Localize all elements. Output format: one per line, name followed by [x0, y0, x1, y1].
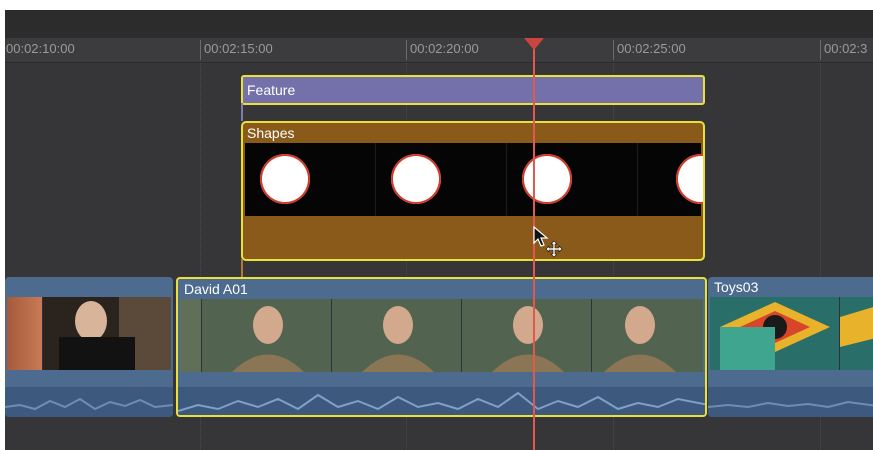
- feature-clip-label: Feature: [247, 82, 296, 98]
- frame-thumbnail: [180, 299, 202, 372]
- filmstrip: [710, 297, 873, 370]
- toys03-label: Toys03: [714, 279, 759, 295]
- ruler-tick-label: 00:02:10:00: [6, 41, 75, 56]
- shape-frame: [507, 143, 638, 216]
- ruler-tick: [200, 40, 201, 60]
- shapes-clip[interactable]: Shapes: [241, 121, 705, 261]
- ruler-tick-label: 00:02:20:00: [410, 41, 479, 56]
- frame-thumbnail: [332, 299, 462, 372]
- shape-frame: [638, 143, 703, 216]
- waveform-svg: [178, 391, 705, 412]
- ruler-tick: [820, 40, 821, 60]
- frame-thumbnail: [7, 297, 43, 370]
- interview-man-thumb: [462, 299, 591, 372]
- circle-shape: [522, 154, 572, 204]
- waveform-svg: [708, 400, 873, 409]
- interview-man-thumb: [202, 299, 331, 372]
- ruler-tick-label: 00:02:15:00: [204, 41, 273, 56]
- circle-shape: [391, 154, 441, 204]
- frame-thumbnail: [840, 297, 873, 370]
- interview-person-thumb: [43, 297, 171, 370]
- frame-thumbnail: [710, 297, 840, 370]
- feature-clip[interactable]: Feature: [241, 75, 705, 105]
- timecode-ruler[interactable]: 00:02:10:00 00:02:15:00 00:02:20:00 00:0…: [5, 38, 873, 63]
- waveform-svg: [5, 397, 173, 411]
- audio-waveform: [178, 387, 705, 415]
- toys03-clip[interactable]: Toys03: [708, 277, 873, 417]
- ruler-tick: [613, 40, 614, 60]
- frame-thumbnail: [43, 297, 171, 370]
- filmstrip: [7, 297, 171, 370]
- toy-box-thumb: [840, 297, 873, 370]
- ruler-tick-label: 00:02:25:00: [617, 41, 686, 56]
- audio-waveform: [5, 387, 173, 417]
- move-arrows-icon: [545, 240, 563, 258]
- toy-box-thumb: [710, 297, 839, 370]
- video-clip-prev[interactable]: [5, 277, 173, 417]
- david-a01-label: David A01: [184, 281, 248, 297]
- audio-waveform: [708, 387, 873, 417]
- timeline-toolbar: [5, 10, 873, 38]
- frame-thumbnail: [462, 299, 592, 372]
- shape-frame: [376, 143, 507, 216]
- circle-shape: [676, 154, 703, 204]
- timeline-tracks[interactable]: Feature Shapes David A01 Toys03: [5, 63, 873, 450]
- ruler-tick: [406, 40, 407, 60]
- frame-thumbnail: [202, 299, 332, 372]
- circle-shape: [260, 154, 310, 204]
- interview-man-thumb: [332, 299, 461, 372]
- interview-man-thumb: [592, 299, 703, 372]
- ruler-tick-label: 00:02:3: [824, 41, 868, 56]
- feature-connector: [241, 103, 243, 121]
- shape-frame: [245, 143, 376, 216]
- shapes-filmstrip: [245, 143, 703, 216]
- david-a01-clip[interactable]: David A01: [176, 277, 707, 417]
- filmstrip: [180, 299, 703, 372]
- playhead-handle[interactable]: [524, 38, 544, 50]
- shapes-clip-label: Shapes: [247, 125, 295, 141]
- frame-thumbnail: [592, 299, 703, 372]
